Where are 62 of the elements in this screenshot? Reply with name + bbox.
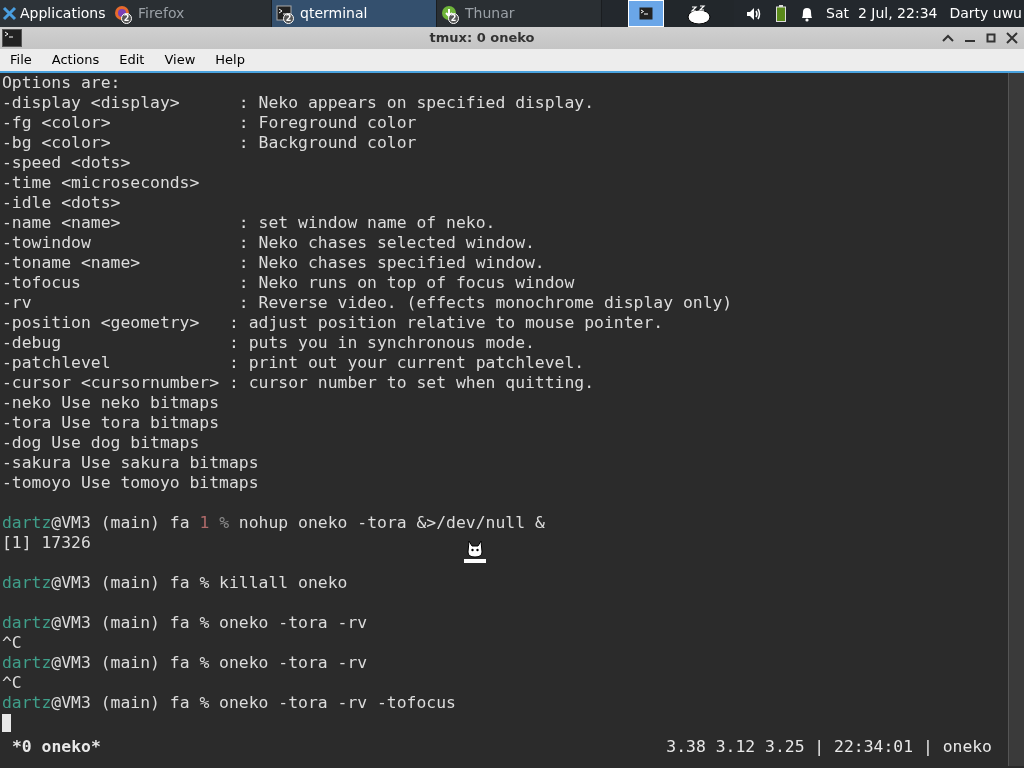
terminal-output-line: -time <microseconds>	[2, 173, 200, 192]
sleeping-cat-icon	[686, 3, 713, 24]
app-icon	[441, 4, 457, 21]
battery-icon[interactable]	[776, 5, 787, 22]
user-name[interactable]: Darty uwu	[949, 3, 1024, 24]
prompt-line: dartz@VM3 (main) fa % oneko -tora -rv -tofocus	[2, 693, 456, 712]
logo-icon	[2, 6, 17, 21]
count-badge: 2	[448, 12, 459, 24]
terminal-output-line: -fg <color> : Foreground color	[2, 113, 417, 132]
tmux-status-info: 3.38 3.12 3.25 | 22:34:01 | oneko	[666, 737, 993, 757]
terminal-output-line: -debug : puts you in synchronous mode.	[2, 333, 535, 352]
terminal-output-line: -tora Use tora bitmaps	[2, 413, 220, 432]
terminal-output-line: Options are:	[2, 73, 121, 92]
taskbar-button[interactable]: 2 qterminal	[272, 0, 437, 27]
terminal-icon	[639, 7, 654, 20]
taskbar-button[interactable]: 2 Firefox	[110, 0, 272, 27]
terminal-output-line: -display <display> : Neko appears on specified display.	[2, 93, 595, 112]
prompt-line: dartz@VM3 (main) fa % oneko -tora -rv	[2, 613, 368, 632]
menu-item[interactable]: View	[156, 50, 204, 70]
text-cursor	[2, 714, 11, 732]
terminal-output-line: -idle <dots>	[2, 193, 121, 212]
count-badge: 2	[283, 12, 294, 24]
menu-item[interactable]: File	[2, 50, 40, 70]
app-icon	[114, 4, 130, 21]
count-badge: 2	[121, 12, 132, 24]
terminal-output-line: -dog Use dog bitmaps	[2, 433, 200, 452]
prompt-line: dartz@VM3 (main) fa 1 % nohup oneko -tora &>/dev/null &	[2, 513, 545, 532]
cat-sprite-icon	[462, 540, 488, 564]
menu-item[interactable]: Actions	[43, 50, 108, 70]
terminal-output-line: -toname <name> : Neko chases specified window.	[2, 253, 545, 272]
prompt-line: dartz@VM3 (main) fa % oneko -tora -rv	[2, 653, 368, 672]
terminal-output-line: -towindow : Neko chases selected window.	[2, 233, 535, 252]
menu-item[interactable]: Help	[207, 50, 253, 70]
menu-item[interactable]: Edit	[111, 50, 153, 70]
shade-button[interactable]	[942, 33, 954, 43]
terminal-output-line: ^C	[2, 633, 22, 652]
maximize-button[interactable]	[986, 33, 996, 43]
app-icon	[276, 4, 292, 21]
terminal-output-line: -neko Use neko bitmaps	[2, 393, 220, 412]
tmux-window-tab[interactable]: *0 oneko*	[12, 737, 101, 757]
window-title: tmux: 0 oneko	[429, 29, 535, 48]
workspace-button[interactable]	[628, 0, 665, 27]
taskbar-button[interactable]: 2 Thunar	[437, 0, 602, 27]
terminal-output-line: -tofocus : Neko runs on top of focus window	[2, 273, 575, 292]
terminal-output-line: -position <geometry> : adjust position relative to mouse pointer.	[2, 313, 664, 332]
terminal-output-line: ^C	[2, 673, 22, 692]
close-button[interactable]	[1006, 32, 1018, 44]
prompt-line: dartz@VM3 (main) fa % killall oneko	[2, 573, 348, 592]
terminal-output-line: -rv : Reverse video. (effects monochrome display only)	[2, 293, 733, 312]
terminal-icon	[2, 29, 22, 47]
terminal-output-line: -speed <dots>	[2, 153, 131, 172]
terminal-output-line: -patchlevel : print out your current patchlevel.	[2, 353, 585, 372]
applications-menu[interactable]: Applications	[0, 0, 110, 27]
terminal-output-line: -tomoyo Use tomoyo bitmaps	[2, 473, 259, 492]
terminal-output-line: -cursor <cursornumber> : cursor number to set when quitting.	[2, 373, 595, 392]
terminal-output-line: [1] 17326	[2, 533, 91, 552]
terminal-output-line: -bg <color> : Background color	[2, 133, 417, 152]
terminal-output-line: -name <name> : set window name of neko.	[2, 213, 496, 232]
clock[interactable]: Sat 2 Jul, 22:34	[826, 3, 950, 24]
terminal-output-line: -sakura Use sakura bitmaps	[2, 453, 259, 472]
volume-icon[interactable]	[746, 6, 763, 21]
notification-bell-icon[interactable]	[800, 5, 815, 22]
